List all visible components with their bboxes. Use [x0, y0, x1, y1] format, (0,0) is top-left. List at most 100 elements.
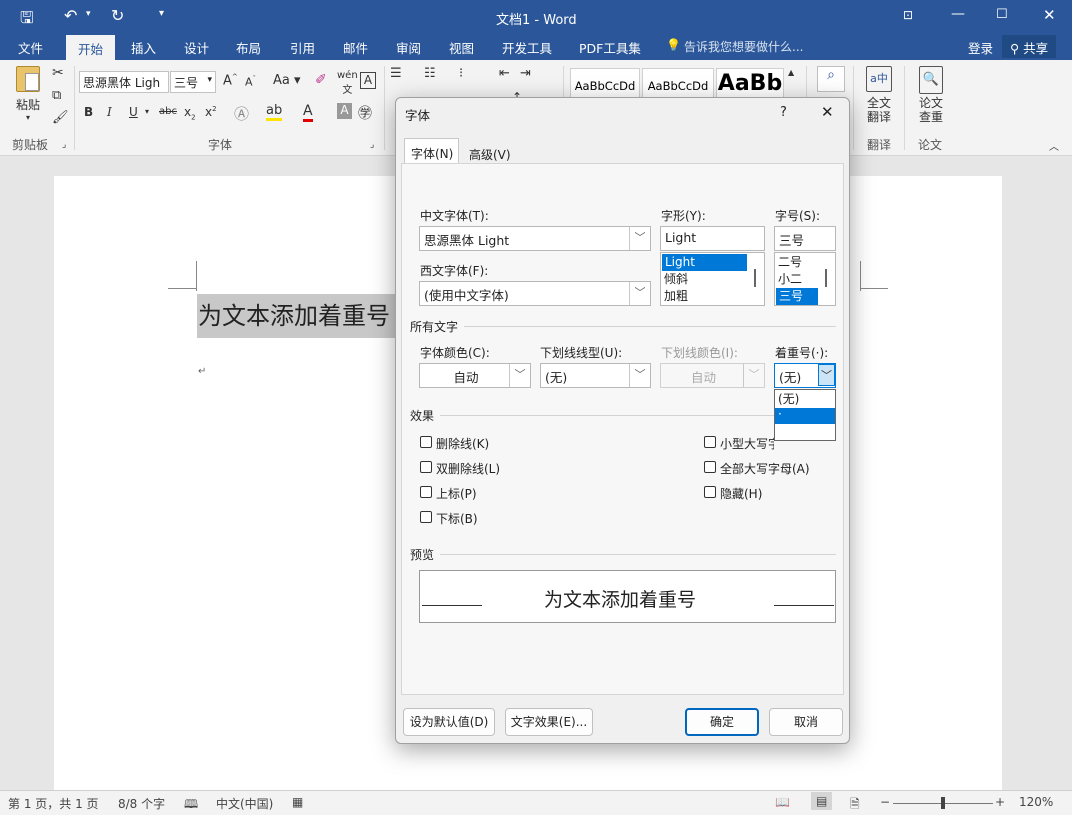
save-icon[interactable]: 🖫 — [20, 7, 34, 34]
tab-developer[interactable]: 开发工具 — [502, 38, 552, 57]
tab-advanced[interactable]: 高级(V) — [469, 146, 511, 163]
format-painter-icon[interactable]: 🖌 — [52, 110, 69, 125]
paste-button[interactable]: 粘贴 ▾ — [10, 66, 46, 122]
phonetic-guide-icon[interactable]: wén 文 — [337, 70, 358, 96]
emphasis-option[interactable]: · — [775, 408, 835, 424]
zoom-in-icon[interactable]: + — [995, 795, 1005, 809]
font-size-combo[interactable]: 三号 ▾ — [170, 71, 216, 93]
page-count[interactable]: 第 1 页，共 1 页 — [8, 795, 99, 812]
size-option[interactable]: 三号 — [776, 288, 818, 305]
font-color-icon[interactable]: A — [303, 103, 313, 122]
cn-font-select[interactable]: 思源黑体 Light ﹀ — [419, 226, 651, 251]
find-button[interactable]: ⌕ — [817, 66, 845, 92]
style-scrollbar[interactable] — [754, 269, 756, 287]
italic-icon[interactable]: I — [107, 105, 112, 119]
proofing-icon[interactable]: 🕮 — [184, 795, 198, 815]
tab-file[interactable]: 文件 — [18, 38, 43, 57]
tab-font[interactable]: 字体(N) — [404, 138, 459, 164]
cancel-button[interactable]: 取消 — [769, 708, 843, 736]
size-input[interactable]: 三号 — [774, 226, 836, 251]
customize-qat-icon[interactable]: ▾ — [159, 8, 164, 19]
text-effects-button[interactable]: 文字效果(E)... — [505, 708, 593, 736]
language[interactable]: 中文(中国) — [216, 795, 273, 812]
all-caps-checkbox[interactable] — [704, 461, 716, 473]
superscript-checkbox[interactable] — [420, 486, 432, 498]
size-listbox[interactable]: 二号 小二 三号 — [774, 252, 836, 306]
change-case-icon[interactable]: Aa ▾ — [273, 73, 301, 88]
zoom-level[interactable]: 120% — [1019, 795, 1053, 809]
size-scrollbar[interactable] — [825, 269, 827, 287]
style-listbox[interactable]: Light 倾斜 加粗 — [660, 252, 765, 306]
ok-button[interactable]: 确定 — [685, 708, 759, 736]
translate-button[interactable]: a中 全文翻译 — [860, 66, 898, 124]
minimize-icon[interactable]: — — [951, 6, 965, 22]
underline-style-select[interactable]: (无) ﹀ — [540, 363, 651, 388]
strikethrough-icon[interactable]: abc — [159, 106, 177, 117]
selected-text[interactable]: 为文本添加着重号 — [197, 294, 415, 338]
underline-dropdown-icon[interactable]: ▾ — [145, 107, 149, 116]
emphasis-dropdown-list[interactable]: (无) · — [774, 389, 836, 441]
maximize-icon[interactable]: ☐ — [996, 7, 1008, 22]
chevron-down-icon[interactable]: ﹀ — [818, 364, 835, 386]
tab-home[interactable]: 开始 — [66, 35, 116, 60]
numbering-icon[interactable]: ☷ — [424, 66, 436, 81]
tab-insert[interactable]: 插入 — [131, 38, 156, 57]
word-count[interactable]: 8/8 个字 — [118, 795, 165, 812]
zoom-slider-thumb[interactable] — [941, 797, 945, 809]
decrease-indent-icon[interactable]: ⇤ — [499, 66, 510, 81]
font-name-combo[interactable]: 思源黑体 Ligh — [79, 71, 169, 93]
bold-icon[interactable]: B — [84, 105, 93, 119]
emphasis-select[interactable]: (无) ﹀ — [774, 363, 836, 388]
undo-icon[interactable]: ↶ — [64, 6, 77, 25]
double-strikethrough-checkbox[interactable] — [420, 461, 432, 473]
subscript-checkbox[interactable] — [420, 511, 432, 523]
web-layout-icon[interactable]: 🗎 — [850, 795, 860, 815]
tab-view[interactable]: 视图 — [449, 38, 474, 57]
clear-format-icon[interactable]: ✐ — [315, 72, 327, 88]
small-caps-checkbox[interactable] — [704, 436, 716, 448]
style-option[interactable]: 加粗 — [661, 288, 764, 305]
copy-icon[interactable]: ⧉ — [52, 88, 61, 103]
tab-review[interactable]: 审阅 — [396, 38, 421, 57]
superscript-icon[interactable]: x2 — [205, 105, 217, 119]
dialog-launcher-icon[interactable]: ⌟ — [62, 140, 66, 150]
highlight-icon[interactable]: ab — [266, 103, 283, 121]
set-default-button[interactable]: 设为默认值(D) — [403, 708, 495, 736]
char-shading-icon[interactable]: A — [337, 103, 352, 119]
tab-references[interactable]: 引用 — [290, 38, 315, 57]
close-window-icon[interactable]: ✕ — [1043, 6, 1056, 24]
shrink-font-icon[interactable]: Aˇ — [245, 75, 256, 89]
sign-in-link[interactable]: 登录 — [968, 38, 993, 57]
tab-layout[interactable]: 布局 — [236, 38, 261, 57]
help-button[interactable]: ? — [780, 105, 787, 120]
zoom-slider[interactable] — [893, 797, 993, 809]
tab-design[interactable]: 设计 — [184, 38, 209, 57]
multilevel-list-icon[interactable]: ⁝ — [459, 66, 463, 81]
collapse-ribbon-icon[interactable]: ︿ — [1049, 138, 1059, 153]
style-option[interactable]: Light — [662, 254, 747, 271]
styles-scroll-up-icon[interactable]: ▲ — [788, 68, 794, 77]
tab-mailings[interactable]: 邮件 — [343, 38, 368, 57]
enclose-char-icon[interactable]: ㊫ — [358, 103, 372, 123]
west-font-select[interactable]: (使用中文字体) ﹀ — [419, 281, 651, 306]
tell-me-input[interactable]: 告诉我您想要做什么... — [684, 38, 803, 55]
tab-pdf-tools[interactable]: PDF工具集 — [579, 38, 641, 57]
redo-icon[interactable]: ↻ — [111, 6, 124, 25]
zoom-out-icon[interactable]: − — [880, 795, 890, 809]
increase-indent-icon[interactable]: ⇥ — [520, 66, 531, 81]
strikethrough-checkbox[interactable] — [420, 436, 432, 448]
read-mode-icon[interactable]: 📖 — [775, 795, 790, 809]
bullets-icon[interactable]: ☰ — [390, 66, 402, 81]
char-border-icon[interactable]: A — [360, 72, 376, 89]
dialog-close-icon[interactable]: ✕ — [821, 103, 834, 121]
font-dialog-launcher-icon[interactable]: ⌟ — [370, 140, 374, 150]
font-color-select[interactable]: 自动 ﹀ — [419, 363, 531, 388]
emphasis-option[interactable]: (无) — [775, 391, 835, 408]
share-button[interactable]: ⚲ 共享 — [1002, 35, 1057, 58]
paper-check-button[interactable]: 🔍 论文查重 — [912, 66, 950, 124]
underline-icon[interactable]: U — [129, 105, 138, 119]
undo-dropdown-icon[interactable]: ▾ — [86, 9, 91, 19]
grow-font-icon[interactable]: A^ — [223, 73, 238, 88]
cut-icon[interactable]: ✂ — [52, 65, 64, 81]
print-layout-icon[interactable]: ▤ — [811, 792, 833, 810]
